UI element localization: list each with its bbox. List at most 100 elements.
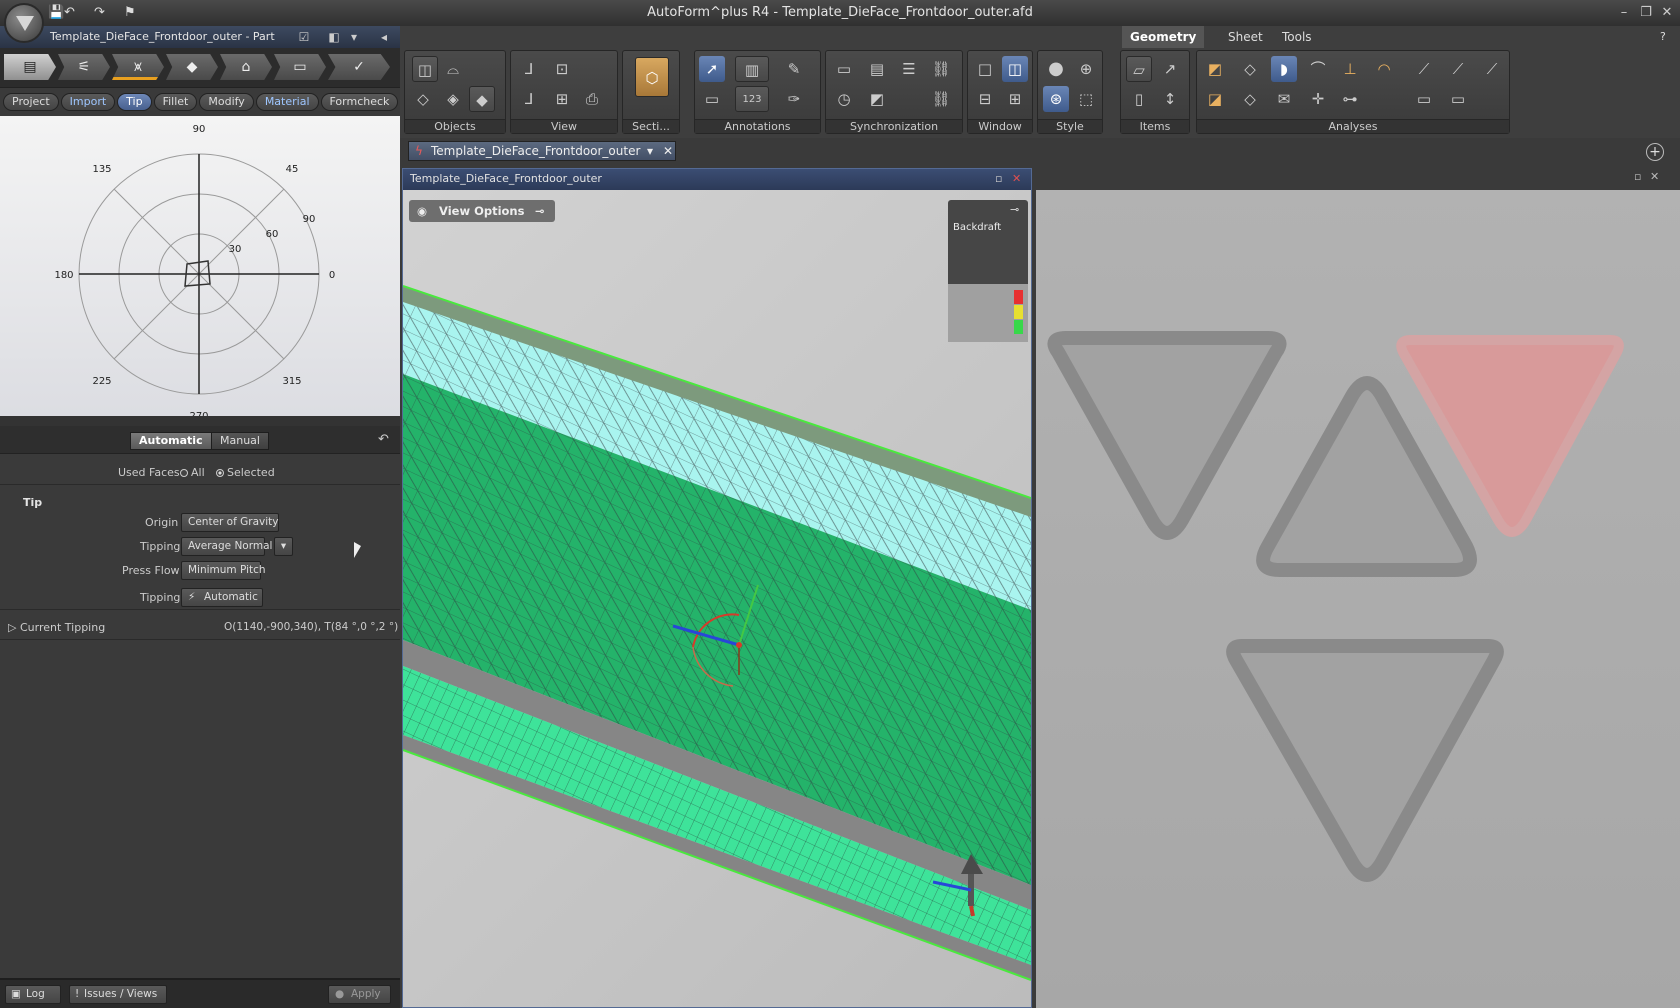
- pin-icon[interactable]: ⊸: [535, 200, 545, 222]
- items-page-icon[interactable]: ▯: [1126, 86, 1152, 112]
- analysis-radius-icon[interactable]: ◠: [1371, 56, 1397, 82]
- analysis-normal-icon[interactable]: ⊥: [1337, 56, 1363, 82]
- triangle-down-left[interactable]: [1047, 331, 1287, 540]
- workflow-step-process[interactable]: ⌂: [220, 54, 272, 80]
- close-tab-icon[interactable]: ✕: [663, 142, 673, 160]
- polar-plot[interactable]: 90 45 0 315 270 225 180 135 30 60 90: [0, 116, 400, 422]
- press-flow-button[interactable]: Minimum Pitch: [181, 561, 266, 580]
- close-button[interactable]: ✕: [1658, 0, 1676, 26]
- restore-button[interactable]: ❐: [1637, 0, 1655, 26]
- analysis-drawn-icon[interactable]: ◇: [1237, 86, 1263, 112]
- split-horizontal-icon[interactable]: ⊟: [972, 86, 998, 112]
- single-view-icon[interactable]: □: [972, 56, 998, 82]
- camera-sync-icon[interactable]: ▭: [831, 56, 857, 82]
- origin-button[interactable]: Center of Gravity: [181, 513, 279, 532]
- label-icon[interactable]: ▭: [699, 86, 725, 112]
- chevron-down-icon[interactable]: ▾: [647, 142, 653, 160]
- link-icon[interactable]: ⛓: [928, 56, 954, 82]
- blank-icon[interactable]: ◇: [410, 86, 436, 112]
- apply-button[interactable]: ● Apply: [328, 985, 391, 1004]
- sheet-icon[interactable]: ◈: [440, 86, 466, 112]
- checklist-icon[interactable]: ☑: [296, 29, 312, 45]
- cube-icon[interactable]: ◧: [326, 29, 342, 45]
- tab-fillet[interactable]: Fillet: [153, 93, 198, 111]
- workflow-step-check[interactable]: ✓: [328, 54, 390, 80]
- analysis-flange-icon[interactable]: ⟋: [1411, 56, 1437, 82]
- tab-modify[interactable]: Modify: [199, 93, 254, 111]
- pointer-icon[interactable]: ➚: [699, 56, 725, 82]
- tool-icon[interactable]: ◆: [469, 86, 495, 112]
- mode-automatic-button[interactable]: Automatic: [130, 432, 212, 450]
- analysis-line-icon[interactable]: ⊶: [1337, 86, 1363, 112]
- undo-icon[interactable]: ↶: [64, 5, 75, 21]
- value-label-icon[interactable]: 123: [735, 86, 769, 112]
- shaded-sphere-icon[interactable]: ●: [1043, 56, 1069, 82]
- ruler-icon[interactable]: ▥: [735, 56, 769, 82]
- analysis-cross-icon[interactable]: ✛: [1305, 86, 1331, 112]
- app-logo-button[interactable]: [4, 3, 44, 43]
- triangle-down-bottom[interactable]: [1226, 639, 1504, 882]
- current-tipping-expander[interactable]: ▷ Current Tipping: [8, 621, 105, 634]
- part-object-icon[interactable]: ◫: [412, 56, 438, 82]
- split-vertical-icon[interactable]: ◫: [1002, 56, 1028, 82]
- axes-rotate-icon[interactable]: ⅃: [516, 86, 542, 112]
- analysis-trim2-icon[interactable]: ▭: [1445, 86, 1471, 112]
- tipping-dropdown[interactable]: Average Normal: [181, 537, 272, 556]
- issues-views-button[interactable]: ! Issues / Views: [69, 985, 167, 1004]
- analysis-envelope-icon[interactable]: ✉: [1271, 86, 1297, 112]
- customize-icon[interactable]: ⚑: [124, 5, 136, 21]
- help-button[interactable]: ?: [1652, 26, 1674, 48]
- zoom-fit-icon[interactable]: ⊡: [549, 56, 575, 82]
- wireframe-sphere-icon[interactable]: ⊕: [1073, 56, 1099, 82]
- log-button[interactable]: ▣ Log: [5, 985, 61, 1004]
- camera-icon[interactable]: ⎙: [579, 86, 605, 112]
- hidden-line-icon[interactable]: ⬚: [1073, 86, 1099, 112]
- workflow-step-setup[interactable]: ⚟: [58, 54, 110, 80]
- workflow-step-blank[interactable]: ◆: [166, 54, 218, 80]
- viewport-main[interactable]: Template_DieFace_Frontdoor_outer ▫ ✕ ◉ V…: [402, 168, 1032, 1008]
- tab-formcheck[interactable]: Formcheck: [320, 93, 399, 111]
- zoom-box-icon[interactable]: ⊞: [549, 86, 575, 112]
- items-move-icon[interactable]: ↕: [1157, 86, 1183, 112]
- analysis-section-icon[interactable]: ◇: [1237, 56, 1263, 82]
- list-sync-icon[interactable]: ☰: [896, 56, 922, 82]
- unlink-icon[interactable]: ⛓: [928, 86, 954, 112]
- viewport-secondary[interactable]: ▫ ✕: [1036, 168, 1680, 1008]
- label-sync-icon[interactable]: ▤: [864, 56, 890, 82]
- analysis-trim-icon[interactable]: ▭: [1411, 86, 1437, 112]
- tab-material[interactable]: Material: [255, 93, 319, 111]
- used-faces-selected-radio[interactable]: Selected: [210, 466, 275, 479]
- pen-icon[interactable]: ✎: [781, 56, 807, 82]
- ribbon-tab-sheet[interactable]: Sheet: [1220, 26, 1271, 48]
- analysis-draft-icon[interactable]: ⌒: [1305, 56, 1331, 82]
- ribbon-tab-geometry[interactable]: Geometry: [1122, 26, 1205, 48]
- tab-import[interactable]: Import: [60, 93, 116, 111]
- document-tab[interactable]: ϟ Template_DieFace_Frontdoor_outer ▾ ✕: [408, 141, 676, 161]
- clock-icon[interactable]: ◷: [831, 86, 857, 112]
- color-sync-icon[interactable]: ◩: [864, 86, 890, 112]
- save-icon[interactable]: 💾: [48, 5, 64, 21]
- used-faces-all-radio[interactable]: All: [174, 466, 205, 479]
- chevron-down-icon[interactable]: ▾: [274, 537, 293, 556]
- analysis-panel-icon[interactable]: ◪: [1202, 86, 1228, 112]
- redo-icon[interactable]: ↷: [94, 5, 105, 21]
- quad-view-icon[interactable]: ⊞: [1002, 86, 1028, 112]
- pin-icon[interactable]: ⊸: [1010, 203, 1019, 216]
- reset-icon[interactable]: ↶: [378, 432, 389, 447]
- analysis-flange2-icon[interactable]: ⟋: [1445, 56, 1471, 82]
- pen-edit-icon[interactable]: ✑: [781, 86, 807, 112]
- mode-manual-button[interactable]: Manual: [211, 432, 269, 450]
- collapse-left-icon[interactable]: ◂: [376, 29, 392, 45]
- workflow-step-die[interactable]: ⩙: [112, 54, 164, 80]
- maximize-icon[interactable]: ▫: [995, 169, 1002, 189]
- items-surface-icon[interactable]: ▱: [1126, 56, 1152, 82]
- close-viewport-icon[interactable]: ✕: [1012, 169, 1021, 189]
- workflow-step-control[interactable]: ▭: [274, 54, 326, 80]
- section-icon[interactable]: ⬡: [635, 57, 669, 97]
- tipping-automatic-button[interactable]: ⚡ Automatic: [181, 588, 263, 607]
- analysis-tip-icon[interactable]: ◗: [1271, 56, 1297, 82]
- tab-tip[interactable]: Tip: [117, 93, 152, 111]
- mesh-sphere-icon[interactable]: ⊛: [1043, 86, 1069, 112]
- close-viewport-icon[interactable]: ✕: [1650, 170, 1659, 183]
- chevron-down-icon[interactable]: ▾: [346, 29, 362, 45]
